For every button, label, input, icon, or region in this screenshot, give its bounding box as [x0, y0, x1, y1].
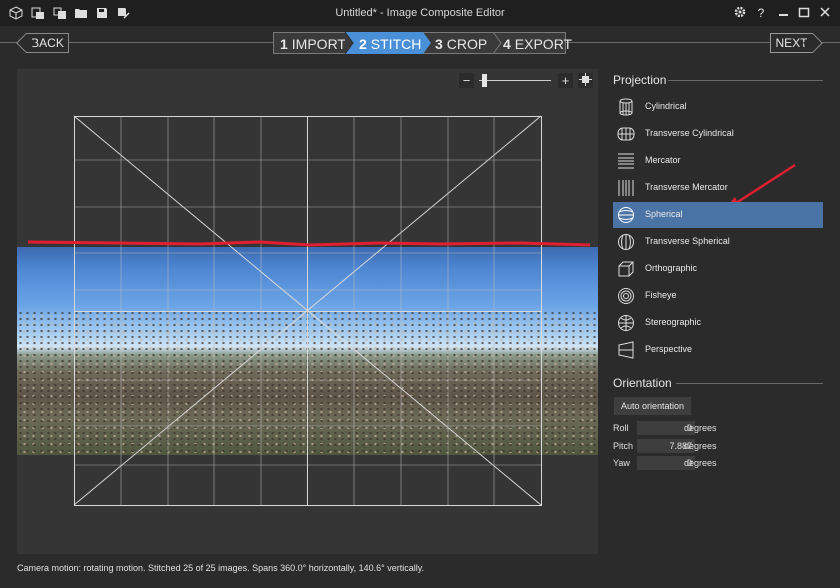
projection-option-transverse-cylindrical[interactable]: Transverse Cylindrical [613, 121, 823, 147]
stereographic-icon [617, 314, 635, 332]
projection-option-spherical[interactable]: Spherical [613, 202, 823, 228]
status-message: Camera motion: rotating motion. Stitched… [17, 563, 425, 573]
step-stitch[interactable]: 2 STITCH [345, 32, 423, 54]
maximize-icon[interactable] [796, 5, 812, 21]
transverse-cylindrical-icon [617, 125, 635, 143]
nav-rule-mid-right [566, 42, 771, 43]
projection-option-transverse-mercator[interactable]: Transverse Mercator [613, 175, 823, 201]
title-bar: Untitled* - Image Composite Editor ? [0, 0, 840, 26]
orientation-title: Orientation [613, 376, 672, 390]
roll-unit: degrees [684, 423, 717, 433]
minimize-icon[interactable] [776, 5, 792, 21]
projection-option-label: Perspective [645, 344, 693, 354]
roll-label: Roll [613, 423, 629, 433]
transverse-spherical-icon [617, 233, 635, 251]
panorama-ground-texture [17, 310, 598, 455]
back-button-label: BACK [31, 36, 64, 50]
projection-option-label: Stereographic [645, 317, 702, 327]
next-button-label: NEXT [775, 36, 808, 50]
projection-option-label: Cylindrical [645, 101, 687, 111]
projection-option-orthographic[interactable]: Orthographic [613, 256, 823, 282]
yaw-label: Yaw [613, 458, 630, 468]
projection-option-stereographic[interactable]: Stereographic [613, 310, 823, 336]
next-button[interactable]: NEXT [770, 33, 813, 53]
projection-option-label: Fisheye [645, 290, 677, 300]
step-import-number: 1 [280, 36, 288, 52]
cylindrical-icon [617, 98, 635, 116]
transverse-mercator-icon [617, 179, 635, 197]
zoom-in-button[interactable]: + [558, 73, 573, 88]
projection-option-perspective[interactable]: Perspective [613, 337, 823, 363]
pitch-unit: degrees [684, 441, 717, 451]
close-icon[interactable] [817, 5, 833, 21]
projection-option-label: Spherical [645, 209, 683, 219]
projection-rule [668, 80, 823, 81]
step-stitch-number: 2 [359, 36, 367, 52]
orthographic-icon [617, 260, 635, 278]
spherical-icon [617, 206, 635, 224]
projection-title: Projection [613, 73, 667, 87]
nav-rule-mid-left [69, 42, 274, 43]
perspective-icon [617, 341, 635, 359]
auto-orientation-button[interactable]: Auto orientation [614, 397, 691, 415]
fisheye-icon [617, 287, 635, 305]
projection-option-transverse-spherical[interactable]: Transverse Spherical [613, 229, 823, 255]
projection-option-label: Transverse Mercator [645, 182, 728, 192]
window-title: Untitled* - Image Composite Editor [335, 7, 505, 19]
fit-to-window-icon[interactable] [578, 73, 593, 88]
pitch-label: Pitch [613, 441, 634, 451]
projection-option-cylindrical[interactable]: Cylindrical [613, 94, 823, 120]
step-crop-label: CROP [446, 36, 488, 52]
projection-option-label: Mercator [645, 155, 681, 165]
step-export[interactable]: 4 EXPORT [493, 32, 572, 54]
projection-option-label: Transverse Cylindrical [645, 128, 734, 138]
step-crop[interactable]: 3 CROP [423, 32, 493, 54]
step-stitch-label: STITCH [370, 36, 422, 52]
zoom-slider-thumb[interactable] [482, 74, 488, 87]
mercator-icon [617, 152, 635, 170]
settings-gear-icon[interactable] [732, 5, 748, 21]
projection-option-mercator[interactable]: Mercator [613, 148, 823, 174]
step-import[interactable]: 1 IMPORT [273, 32, 346, 54]
projection-option-label: Transverse Spherical [645, 236, 730, 246]
step-import-label: IMPORT [291, 36, 346, 52]
step-export-label: EXPORT [514, 36, 573, 52]
zoom-out-button[interactable]: − [459, 73, 474, 88]
zoom-slider[interactable] [479, 80, 551, 81]
help-icon[interactable]: ? [753, 5, 769, 21]
step-crop-number: 3 [435, 36, 443, 52]
projection-option-label: Orthographic [645, 263, 698, 273]
step-export-number: 4 [503, 36, 511, 52]
back-button[interactable]: BACK [26, 33, 69, 53]
yaw-unit: degrees [684, 458, 717, 468]
orientation-rule [676, 383, 823, 384]
projection-option-fisheye[interactable]: Fisheye [613, 283, 823, 309]
